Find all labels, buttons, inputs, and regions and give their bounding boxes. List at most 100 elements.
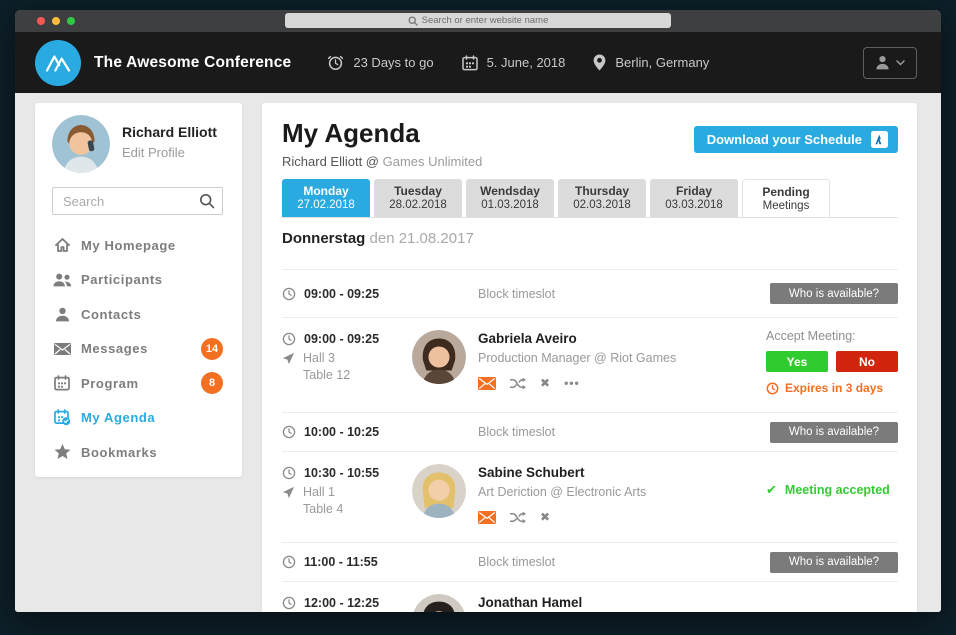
expires-text: Expires in 3 days xyxy=(785,381,883,395)
calendar-icon xyxy=(54,375,70,391)
accept-yes-button[interactable]: Yes xyxy=(766,351,828,372)
clock-icon xyxy=(282,287,296,301)
avatar[interactable] xyxy=(412,330,466,384)
who-is-available-button[interactable]: Who is available? xyxy=(770,422,898,443)
event-date-text: 5. June, 2018 xyxy=(487,55,566,70)
participant-name[interactable]: Gabriela Aveiro xyxy=(478,331,676,346)
accept-no-button[interactable]: No xyxy=(836,351,898,372)
participants-icon xyxy=(53,273,72,287)
agenda-panel: My Agenda Richard Elliott @ Games Unlimi… xyxy=(262,103,917,612)
clock-icon xyxy=(282,596,296,610)
avatar[interactable] xyxy=(412,594,466,612)
sidebar-item-messages[interactable]: Messages 14 xyxy=(52,332,223,367)
tab-date: 03.03.2018 xyxy=(650,199,738,211)
envelope-orange-icon xyxy=(478,377,496,390)
table-label: Table 12 xyxy=(303,368,412,382)
tab-friday[interactable]: Friday 03.03.2018 xyxy=(650,179,738,217)
subtitle-company: Games Unlimited xyxy=(383,154,483,169)
event-location-text: Berlin, Germany xyxy=(615,55,709,70)
cancel-meeting-icon[interactable]: ✖ xyxy=(540,510,550,524)
sidebar-item-my-agenda[interactable]: My Agenda xyxy=(52,401,223,436)
day-heading-day: Donnerstag xyxy=(282,230,365,247)
sidebar-item-label: Program xyxy=(81,376,139,391)
message-button[interactable] xyxy=(478,377,496,390)
meeting-status: ✔ Meeting accepted xyxy=(766,452,898,542)
clock-icon xyxy=(282,555,296,569)
meeting-actions: ✖ xyxy=(478,510,646,524)
agenda-row-block: 10:00 - 10:25 Block timeslot Who is avai… xyxy=(282,412,898,451)
user-menu-button[interactable] xyxy=(863,47,917,79)
tab-wednesday[interactable]: Wendsday 01.03.2018 xyxy=(466,179,554,217)
sidebar-item-bookmarks[interactable]: Bookmarks xyxy=(52,435,223,470)
conference-logo[interactable] xyxy=(35,40,81,86)
check-icon: ✔ xyxy=(766,482,777,498)
search-input[interactable] xyxy=(52,187,223,215)
more-options-icon[interactable]: ••• xyxy=(564,376,580,390)
download-schedule-label: Download your Schedule xyxy=(707,132,862,147)
who-is-available-button[interactable]: Who is available? xyxy=(770,552,898,573)
edit-profile-link[interactable]: Edit Profile xyxy=(122,145,217,160)
tab-date: 27.02.2018 xyxy=(282,199,370,211)
tab-tuesday[interactable]: Tuesday 28.02.2018 xyxy=(374,179,462,217)
minimize-window-icon[interactable] xyxy=(52,17,60,25)
shuffle-icon xyxy=(510,511,526,524)
sidebar-item-my-homepage[interactable]: My Homepage xyxy=(52,228,223,263)
hall-label: Hall 1 xyxy=(303,485,335,499)
search-icon xyxy=(408,16,418,26)
download-schedule-button[interactable]: Download your Schedule xyxy=(694,126,898,153)
shuffle-icon xyxy=(510,377,526,390)
subtitle-user: Richard Elliott @ xyxy=(282,154,379,169)
timeslot-time: 11:00 - 11:55 xyxy=(304,555,378,569)
tab-day: Thursday xyxy=(558,184,646,198)
countdown-text: 23 Days to go xyxy=(353,55,433,70)
sidebar-item-participants[interactable]: Participants xyxy=(52,263,223,298)
sidebar: Richard Elliott Edit Profile My Homepage… xyxy=(35,103,242,477)
tab-pending-meetings[interactable]: Pending Meetings xyxy=(742,179,830,217)
agenda-row-meeting: 12:00 - 12:25 Jonathan Hamel xyxy=(282,581,898,612)
clock-icon xyxy=(282,466,296,480)
alarm-clock-icon xyxy=(327,54,344,71)
sidebar-item-label: My Agenda xyxy=(81,410,155,425)
table-label: Table 4 xyxy=(303,502,412,516)
sidebar-item-program[interactable]: Program 8 xyxy=(52,366,223,401)
block-timeslot-label: Block timeslot xyxy=(478,425,555,439)
mountain-logo-icon xyxy=(45,53,72,72)
calendar-icon xyxy=(462,55,478,71)
person-icon xyxy=(875,55,890,70)
participant-role: Art Deriction @ Electronic Arts xyxy=(478,485,646,499)
sidebar-search xyxy=(52,187,223,215)
who-is-available-button[interactable]: Who is available? xyxy=(770,283,898,304)
avatar[interactable] xyxy=(412,464,466,518)
tab-monday[interactable]: Monday 27.02.2018 xyxy=(282,179,370,217)
fullscreen-window-icon[interactable] xyxy=(67,17,75,25)
reschedule-button[interactable] xyxy=(510,377,526,390)
sidebar-item-label: My Homepage xyxy=(81,238,176,253)
sidebar-item-contacts[interactable]: Contacts xyxy=(52,297,223,332)
message-button[interactable] xyxy=(478,511,496,524)
close-window-icon[interactable] xyxy=(37,17,45,25)
tab-date: Meetings xyxy=(743,200,829,212)
envelope-orange-icon xyxy=(478,511,496,524)
search-icon[interactable] xyxy=(199,193,215,209)
participant-role: Production Manager @ Riot Games xyxy=(478,351,676,365)
tab-day: Monday xyxy=(282,184,370,198)
expires-note: Expires in 3 days xyxy=(766,381,898,395)
reschedule-button[interactable] xyxy=(510,511,526,524)
event-date: 5. June, 2018 xyxy=(462,55,566,71)
participant-name[interactable]: Jonathan Hamel xyxy=(478,595,582,610)
location-arrow-icon xyxy=(282,352,295,365)
tab-thursday[interactable]: Thursday 02.03.2018 xyxy=(558,179,646,217)
app-title: The Awesome Conference xyxy=(94,54,291,72)
address-bar[interactable]: Search or enter website name xyxy=(285,13,671,28)
profile-summary: Richard Elliott Edit Profile xyxy=(52,115,223,173)
participant-name[interactable]: Sabine Schubert xyxy=(478,465,646,480)
location-arrow-icon xyxy=(282,486,295,499)
avatar[interactable] xyxy=(52,115,110,173)
tab-date: 28.02.2018 xyxy=(374,199,462,211)
map-pin-icon xyxy=(593,54,606,71)
clock-icon xyxy=(766,382,779,395)
cancel-meeting-icon[interactable]: ✖ xyxy=(540,376,550,390)
countdown: 23 Days to go xyxy=(327,54,433,71)
hall-label: Hall 3 xyxy=(303,351,335,365)
block-timeslot-label: Block timeslot xyxy=(478,287,555,301)
